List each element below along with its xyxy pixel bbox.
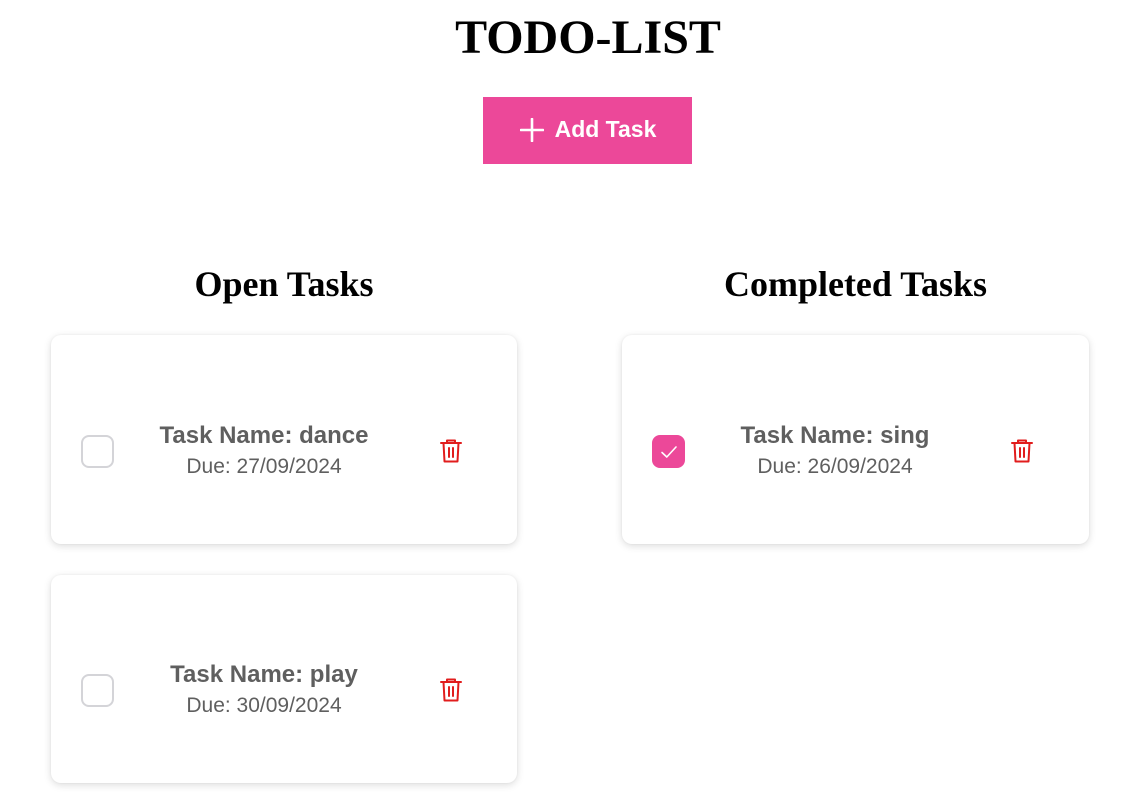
task-info: Task Name: dance Due: 27/09/2024: [136, 421, 392, 481]
task-checkbox[interactable]: [81, 435, 114, 468]
task-checkbox[interactable]: [81, 674, 114, 707]
task-info: Task Name: play Due: 30/09/2024: [136, 660, 392, 720]
task-name: Task Name: sing: [740, 422, 930, 449]
task-name: Task Name: dance: [159, 422, 369, 449]
trash-icon[interactable]: [437, 437, 465, 465]
task-name: Task Name: play: [170, 661, 358, 688]
task-card: Task Name: dance Due: 27/09/2024: [51, 335, 517, 544]
task-info: Task Name: sing Due: 26/09/2024: [707, 421, 963, 481]
task-due-date: Due: 26/09/2024: [757, 455, 913, 478]
task-checkbox-checked[interactable]: [652, 435, 685, 468]
task-due-date: Due: 27/09/2024: [186, 455, 342, 478]
task-due-date: Due: 30/09/2024: [186, 694, 342, 717]
open-tasks-heading: Open Tasks: [194, 264, 374, 304]
completed-tasks-heading: Completed Tasks: [723, 264, 988, 304]
trash-icon[interactable]: [437, 676, 465, 704]
plus-icon: [519, 117, 545, 143]
task-card: Task Name: sing Due: 26/09/2024: [622, 335, 1089, 544]
add-task-label: Add Task: [554, 116, 657, 142]
add-task-button[interactable]: Add Task: [483, 97, 692, 164]
checkmark-icon: [659, 444, 679, 460]
task-card: Task Name: play Due: 30/09/2024: [51, 575, 517, 783]
page-title: TODO-LIST: [455, 11, 721, 64]
trash-icon[interactable]: [1008, 437, 1036, 465]
